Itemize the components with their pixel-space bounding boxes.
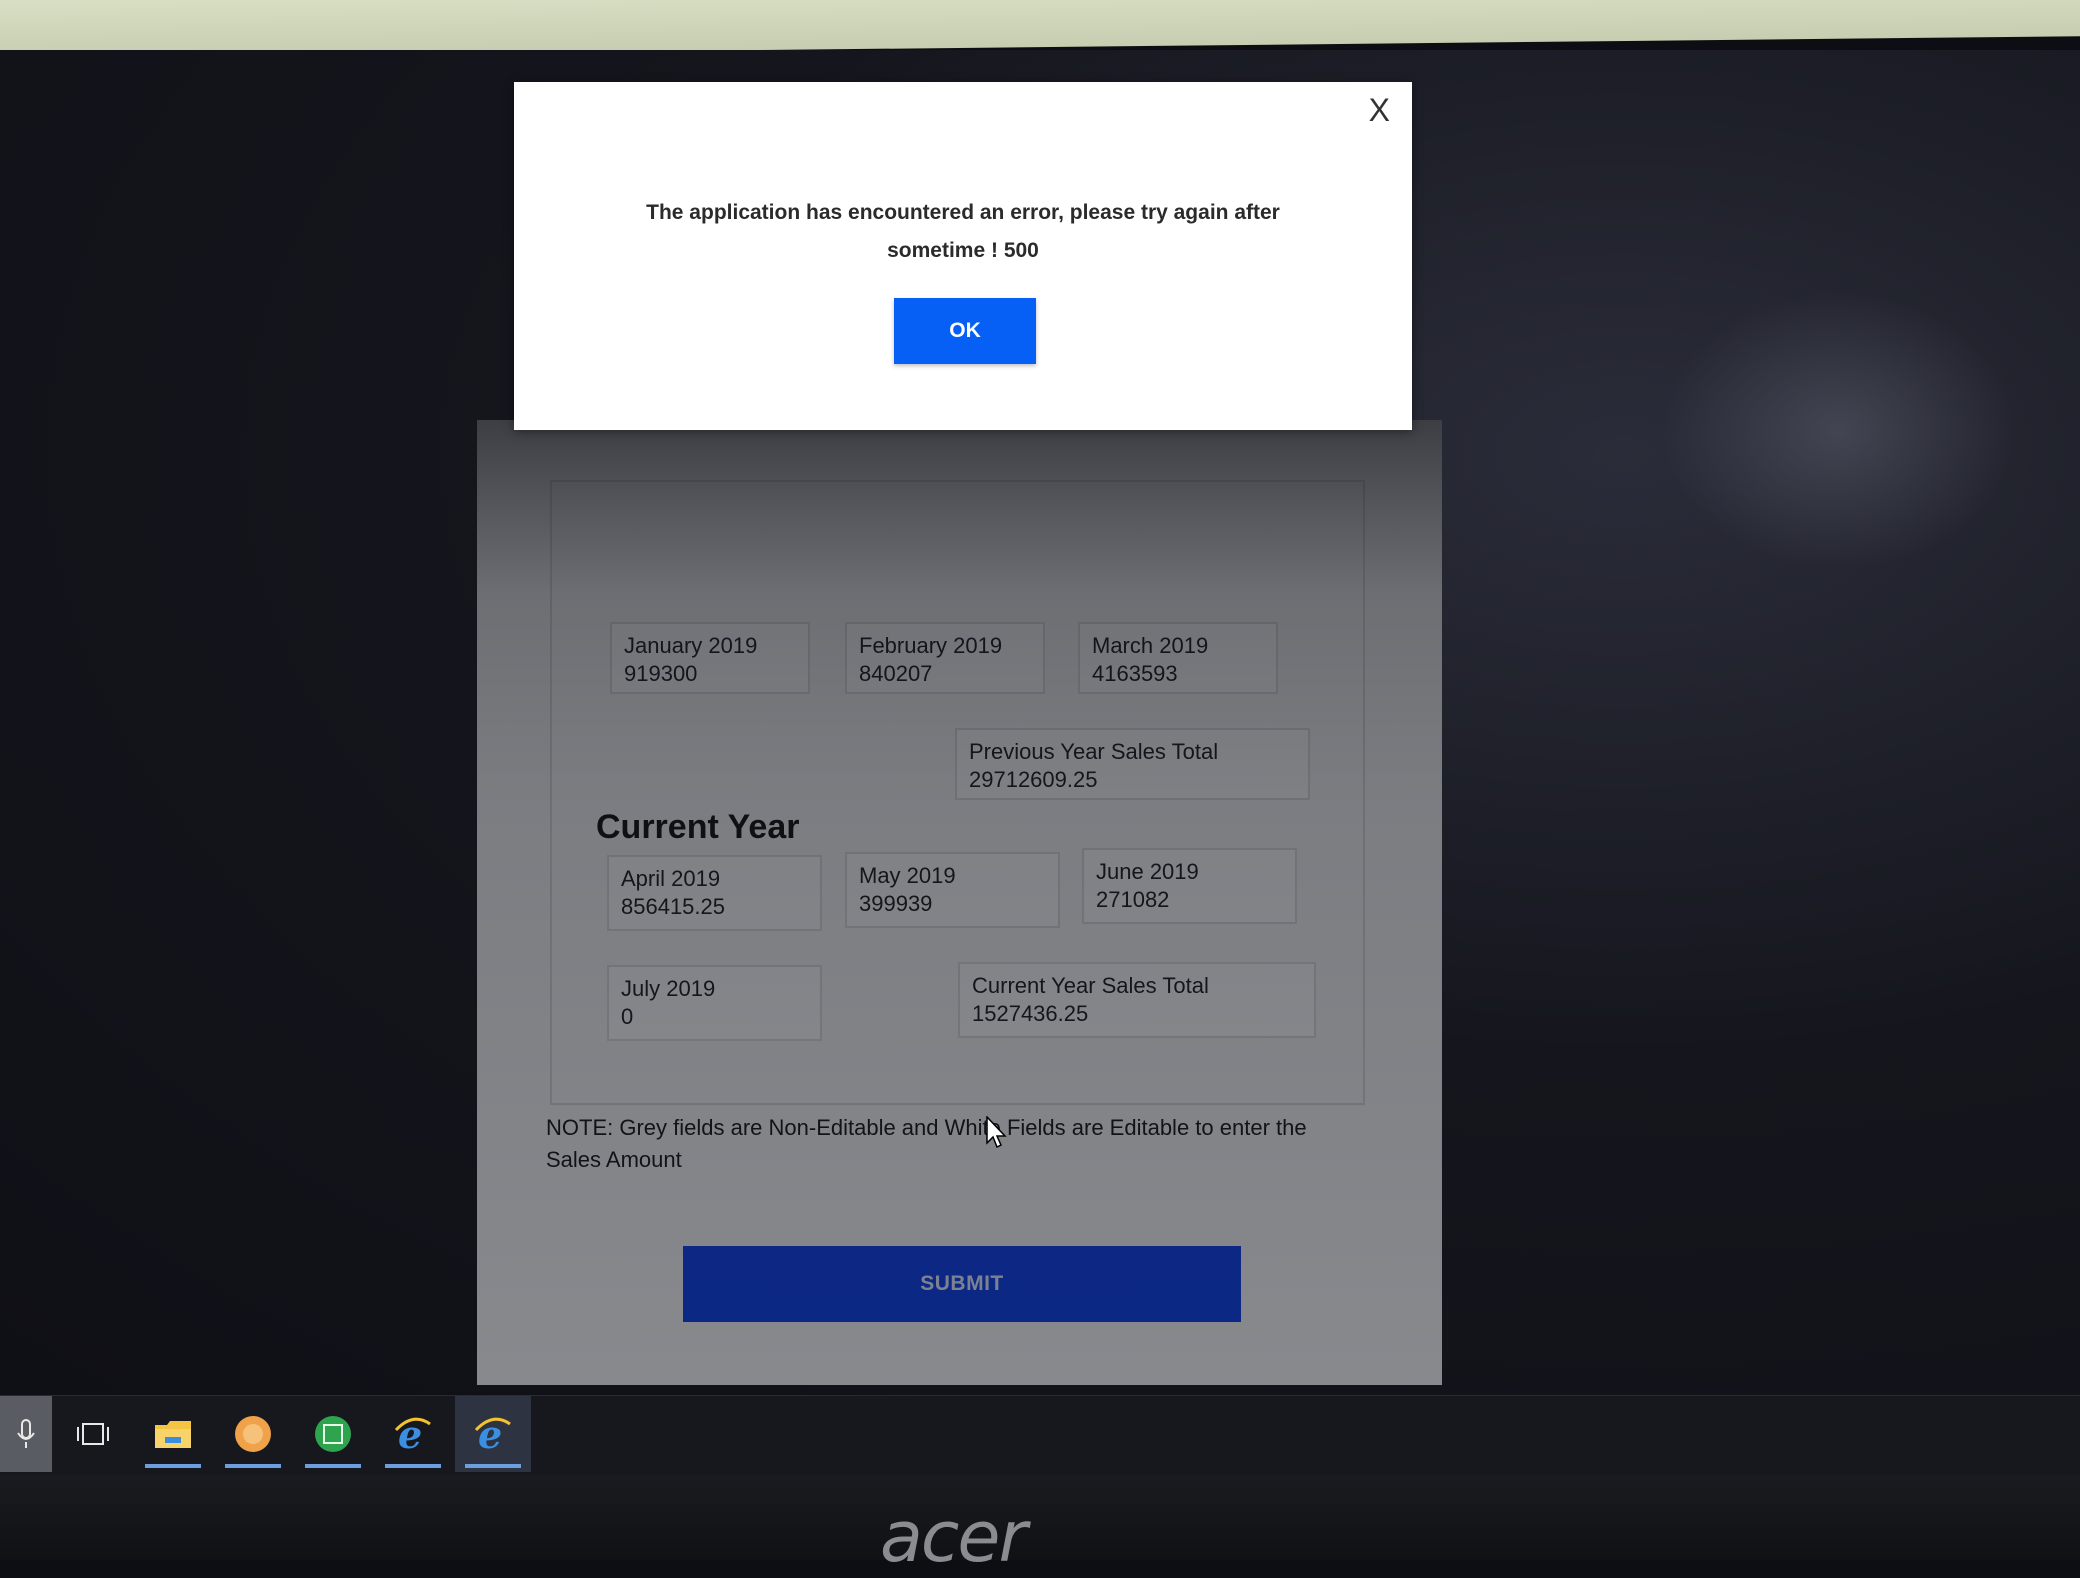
file-explorer-icon[interactable]: [135, 1396, 211, 1472]
month-field-july[interactable]: July 2019 0: [607, 965, 822, 1041]
field-value[interactable]: 0: [621, 1003, 808, 1031]
submit-button[interactable]: SUBMIT: [683, 1246, 1241, 1322]
field-value: 840207: [859, 661, 933, 686]
taskbar-underline: [465, 1464, 521, 1468]
internet-explorer-active-icon[interactable]: e: [455, 1396, 531, 1472]
field-label: May 2019: [859, 863, 956, 888]
taskbar-underline: [305, 1464, 361, 1468]
brand-logo: acer: [880, 1496, 1027, 1578]
month-field-may: May 2019 399939: [845, 852, 1060, 928]
field-label: June 2019: [1096, 859, 1199, 884]
field-label: February 2019: [859, 633, 1003, 658]
current-year-heading: Current Year: [596, 808, 800, 846]
field-label: January 2019: [624, 633, 758, 658]
month-field-january: January 2019 919300: [610, 622, 810, 694]
month-field-march: March 2019 4163593: [1078, 622, 1278, 694]
month-field-april: April 2019 856415.25: [607, 855, 822, 931]
field-label: April 2019: [621, 866, 721, 891]
task-view-icon[interactable]: [55, 1396, 131, 1472]
mouse-pointer-icon: [986, 1115, 1008, 1155]
field-label: Previous Year Sales Total: [969, 739, 1219, 764]
ok-button[interactable]: OK: [894, 298, 1036, 364]
taskbar: e e: [0, 1395, 2080, 1476]
app-green-icon[interactable]: [295, 1396, 371, 1472]
taskbar-underline: [225, 1464, 281, 1468]
taskbar-underline: [385, 1464, 441, 1468]
month-field-june: June 2019 271082: [1082, 848, 1297, 924]
previous-year-total-field: Previous Year Sales Total 29712609.25: [955, 728, 1310, 800]
field-value: 271082: [1096, 887, 1170, 912]
microphone-icon[interactable]: [0, 1396, 52, 1472]
field-label: March 2019: [1092, 633, 1209, 658]
current-year-total-field: Current Year Sales Total 1527436.25: [958, 962, 1316, 1038]
error-dialog: X The application has encountered an err…: [514, 82, 1412, 430]
field-value: 399939: [859, 891, 933, 916]
field-label: July 2019: [621, 976, 716, 1001]
month-field-february: February 2019 840207: [845, 622, 1045, 694]
field-value: 29712609.25: [969, 767, 1098, 792]
field-value: 919300: [624, 661, 698, 686]
app-orange-icon[interactable]: [215, 1396, 291, 1472]
field-label: Current Year Sales Total: [972, 973, 1209, 998]
screen-glare: [1660, 290, 2020, 570]
taskbar-underline: [145, 1464, 201, 1468]
editable-note: NOTE: Grey fields are Non-Editable and W…: [546, 1115, 1307, 1172]
field-value: 856415.25: [621, 894, 725, 919]
field-value: 1527436.25: [972, 1001, 1089, 1026]
field-value: 4163593: [1092, 661, 1178, 686]
close-icon[interactable]: X: [1369, 92, 1390, 129]
monitor-bezel: [0, 1475, 2080, 1560]
error-message: The application has encountered an error…: [646, 201, 1280, 262]
internet-explorer-icon[interactable]: e: [375, 1396, 451, 1472]
